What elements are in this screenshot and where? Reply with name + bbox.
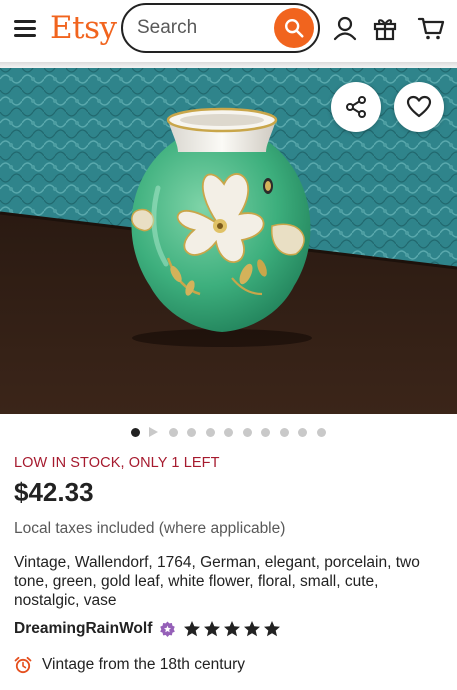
heart-icon — [406, 95, 432, 118]
star-icon — [264, 621, 281, 637]
rating-stars[interactable] — [183, 620, 281, 638]
gift-icon — [373, 19, 397, 41]
stock-notice: LOW IN STOCK, ONLY 1 LEFT — [14, 455, 220, 471]
etsy-logo[interactable]: Etsy — [50, 10, 117, 46]
star-seller-badge-icon — [159, 621, 176, 638]
product-image[interactable] — [0, 68, 457, 414]
account-icon — [333, 16, 357, 41]
gift-button[interactable] — [371, 14, 399, 42]
carousel-dot-9[interactable] — [280, 428, 289, 437]
share-icon — [346, 96, 366, 118]
search-icon — [285, 19, 304, 38]
alarm-clock-icon — [14, 656, 32, 674]
listing-title: Vintage, Wallendorf, 1764, German, elega… — [14, 554, 420, 609]
carousel-dot-3[interactable] — [169, 428, 178, 437]
top-header: Etsy — [0, 0, 457, 62]
carousel-dot-4[interactable] — [187, 428, 196, 437]
cart-button[interactable] — [417, 14, 445, 42]
carousel-next-icon[interactable] — [149, 427, 158, 437]
vase-photo — [0, 68, 457, 414]
star-icon — [204, 621, 221, 637]
search-bar — [121, 3, 320, 53]
carousel-dot-11[interactable] — [317, 428, 326, 437]
carousel-dot-8[interactable] — [261, 428, 270, 437]
search-input[interactable] — [137, 15, 272, 41]
favorite-button[interactable] — [394, 82, 444, 132]
star-icon — [244, 621, 261, 637]
carousel-dot-5[interactable] — [206, 428, 215, 437]
search-button[interactable] — [274, 8, 314, 48]
image-carousel-dots — [0, 425, 457, 441]
share-button[interactable] — [331, 82, 381, 132]
shop-name-link[interactable]: DreamingRainWolf — [14, 620, 152, 638]
menu-icon[interactable] — [14, 16, 38, 38]
carousel-dot-7[interactable] — [243, 428, 252, 437]
tax-note: Local taxes included (where applicable) — [14, 520, 286, 537]
carousel-dot-1[interactable] — [131, 428, 140, 437]
vintage-note: Vintage from the 18th century — [42, 656, 246, 673]
carousel-dot-6[interactable] — [224, 428, 233, 437]
star-icon — [184, 621, 201, 637]
vintage-row: Vintage from the 18th century — [14, 655, 245, 675]
shop-row: DreamingRainWolf — [14, 619, 281, 639]
price: $42.33 — [14, 477, 94, 507]
carousel-dot-10[interactable] — [298, 428, 307, 437]
star-icon — [224, 621, 241, 637]
account-button[interactable] — [331, 14, 359, 42]
cart-icon — [417, 17, 445, 40]
